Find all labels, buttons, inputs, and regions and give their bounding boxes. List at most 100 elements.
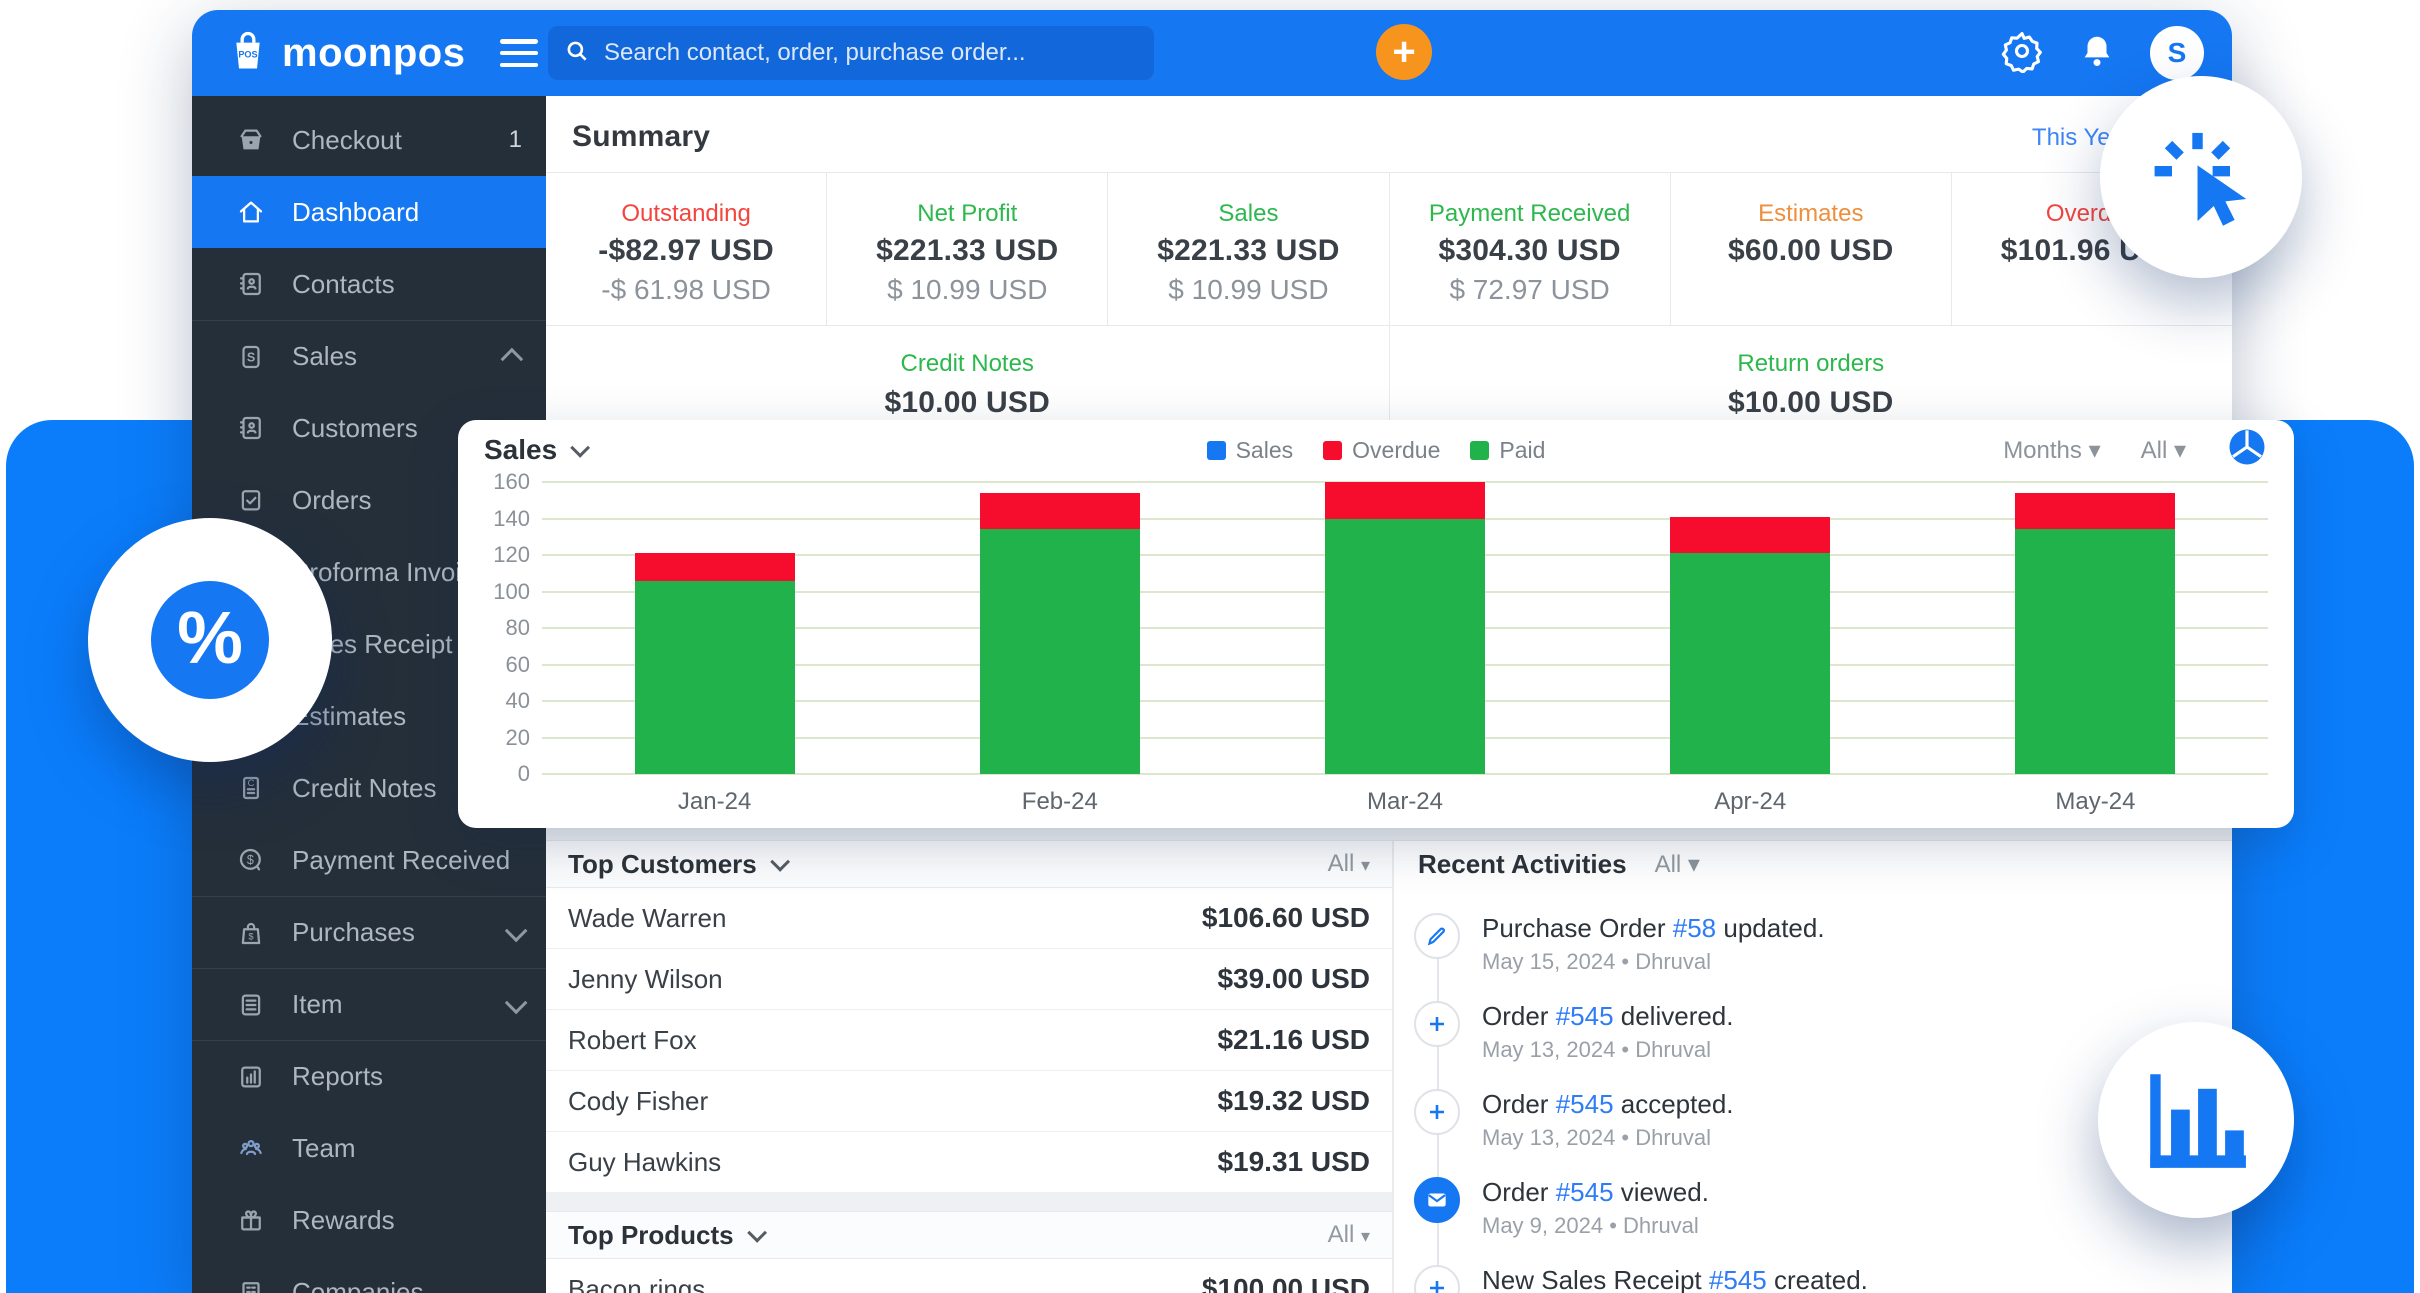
recent-activities-panel: Recent Activities All ▾ Purchase Order #… <box>1394 841 2232 1293</box>
activity-text: Order #545 viewed. <box>1482 1177 1709 1208</box>
customer-row[interactable]: Jenny Wilson$39.00 USD <box>546 949 1392 1010</box>
activity-ref-link[interactable]: #545 <box>1709 1265 1767 1293</box>
bar-segment-paid <box>2015 529 2175 774</box>
sidebar-item-checkout[interactable]: Checkout1 <box>192 104 546 176</box>
metric-value: $ 10.99 USD <box>887 274 1047 306</box>
chart-title-dropdown[interactable]: Sales <box>484 434 585 466</box>
x-axis-label: Mar-24 <box>1232 788 1577 816</box>
summary-section: Summary This Year Outstanding-$82.97 USD… <box>546 96 2232 428</box>
top-customers-title: Top Customers <box>568 849 785 880</box>
activity-item[interactable]: Purchase Order #58 updated.May 15, 2024 … <box>1394 913 2232 1001</box>
x-axis-label: Jan-24 <box>542 788 887 816</box>
activity-date: May 13, 2024 • Dhruval <box>1482 1125 1711 1151</box>
activity-date: May 13, 2024 • Dhruval <box>1482 1037 1711 1063</box>
sidebar-item-label: Companies <box>292 1277 424 1293</box>
menu-icon[interactable] <box>500 39 538 67</box>
top-customers-filter[interactable]: All ▾ <box>1328 850 1370 878</box>
panel-divider <box>546 1193 1392 1212</box>
chart-filter-dropdown[interactable]: All ▾ <box>2141 436 2186 465</box>
metric-value: $10.00 USD <box>1728 386 1893 420</box>
metric-estimates: Estimates$60.00 USD <box>1670 172 1951 325</box>
activity-item[interactable]: Order #545 viewed.May 9, 2024 • Dhruval <box>1394 1177 2232 1265</box>
recent-activities-filter[interactable]: All ▾ <box>1655 850 1700 879</box>
search-bar[interactable] <box>548 26 1154 80</box>
x-axis-label: May-24 <box>1923 788 2268 816</box>
search-icon <box>564 38 590 69</box>
metric-value: -$ 61.98 USD <box>601 274 771 306</box>
activity-ref-link[interactable]: #545 <box>1556 1001 1614 1031</box>
customer-row[interactable]: Cody Fisher $19.32 USD <box>546 1071 1392 1132</box>
sidebar-item-reports[interactable]: Reports <box>192 1040 546 1112</box>
sidebar-item-rewards[interactable]: Rewards <box>192 1184 546 1256</box>
book-icon <box>236 269 266 299</box>
sidebar-item-dashboard[interactable]: Dashboard <box>192 176 546 248</box>
activity-ref-link[interactable]: #545 <box>1556 1089 1614 1119</box>
metric-return-orders: Return orders$10.00 USD <box>1389 326 2233 429</box>
activity-ref-link[interactable]: #58 <box>1673 913 1716 943</box>
sidebar-item-team[interactable]: Team <box>192 1112 546 1184</box>
metric-label: Net Profit <box>917 200 1017 228</box>
activity-item[interactable]: Order #545 delivered.May 13, 2024 • Dhru… <box>1394 1001 2232 1089</box>
credit-icon: C <box>236 773 266 803</box>
chevron-down-icon[interactable] <box>747 1223 767 1243</box>
search-input[interactable] <box>602 38 1138 68</box>
bar-mar-24[interactable] <box>1325 482 1485 774</box>
metric-value: -$82.97 USD <box>598 234 774 268</box>
book-icon <box>236 413 266 443</box>
logo[interactable]: POS moonpos <box>228 10 465 96</box>
sales-icon: S <box>236 342 266 372</box>
metric-value: $304.30 USD <box>1438 234 1620 268</box>
sidebar-item-payment-received[interactable]: $Payment Received <box>192 824 546 896</box>
customer-row[interactable]: Wade Warren$106.60 USD <box>546 888 1392 949</box>
activity-item[interactable]: New Sales Receipt #545 created. <box>1394 1265 2232 1293</box>
user-avatar[interactable]: S <box>2150 26 2204 80</box>
activity-ref-link[interactable]: #545 <box>1556 1177 1614 1207</box>
top-customers-panel: Top Customers All ▾ Wade Warren$106.60 U… <box>546 841 1394 1293</box>
metric-label: Estimates <box>1758 200 1863 228</box>
top-products-filter[interactable]: All ▾ <box>1328 1221 1370 1249</box>
customer-amount: $19.32 USD <box>1217 1085 1370 1117</box>
y-axis-tick: 140 <box>484 506 530 532</box>
metric-label: Sales <box>1218 200 1278 228</box>
sidebar-item-companies[interactable]: Companies <box>192 1256 546 1293</box>
bar-jan-24[interactable] <box>635 553 795 774</box>
metric-sales: Sales$221.33 USD$ 10.99 USD <box>1107 172 1388 325</box>
sidebar-item-purchases[interactable]: $Purchases <box>192 896 546 968</box>
gift-icon <box>236 1205 266 1235</box>
svg-text:C: C <box>248 778 255 788</box>
bar-segment-overdue <box>1670 517 1830 554</box>
add-button[interactable]: + <box>1376 24 1432 80</box>
settings-gear-icon[interactable] <box>2000 29 2044 78</box>
sidebar-item-label: Checkout <box>292 125 402 156</box>
customer-row[interactable]: Robert Fox$21.16 USD <box>546 1010 1392 1071</box>
metric-label: Credit Notes <box>901 350 1034 378</box>
bar-may-24[interactable] <box>2015 493 2175 774</box>
activity-text: Order #545 accepted. <box>1482 1089 1734 1120</box>
chevron-down-icon[interactable] <box>770 852 790 872</box>
mail-icon <box>1414 1177 1460 1223</box>
bar-apr-24[interactable] <box>1670 517 1830 774</box>
pie-chart-icon[interactable] <box>2226 426 2268 475</box>
bar-feb-24[interactable] <box>980 493 1140 774</box>
app-header: POS moonpos + S <box>192 10 2232 96</box>
sales-chart-card: SalesOverduePaid Sales Months ▾ All ▾ 02… <box>458 420 2294 828</box>
customer-name: Cody Fisher <box>568 1086 708 1117</box>
sidebar-item-item[interactable]: Item <box>192 968 546 1040</box>
bar-chart-icon <box>2144 1072 2248 1168</box>
notifications-bell-icon[interactable] <box>2078 32 2116 75</box>
metric-label: Outstanding <box>621 200 750 228</box>
chevron-down-icon <box>505 991 528 1014</box>
y-axis-tick: 120 <box>484 542 530 568</box>
customer-row[interactable]: Guy Hawkins$19.31 USD <box>546 1132 1392 1193</box>
sidebar-item-sales[interactable]: SSales <box>192 320 546 392</box>
top-products-title: Top Products <box>568 1220 762 1251</box>
svg-text:$: $ <box>247 853 254 867</box>
percent-icon: % <box>151 581 269 699</box>
sidebar-item-contacts[interactable]: Contacts <box>192 248 546 320</box>
team-icon <box>236 1133 266 1163</box>
list-icon <box>236 990 266 1020</box>
chart-period-dropdown[interactable]: Months ▾ <box>2003 436 2100 465</box>
sidebar-item-label: Team <box>292 1133 356 1164</box>
y-axis-tick: 0 <box>484 761 530 787</box>
product-row[interactable]: Bacon rings$100.00 USD <box>546 1259 1392 1293</box>
